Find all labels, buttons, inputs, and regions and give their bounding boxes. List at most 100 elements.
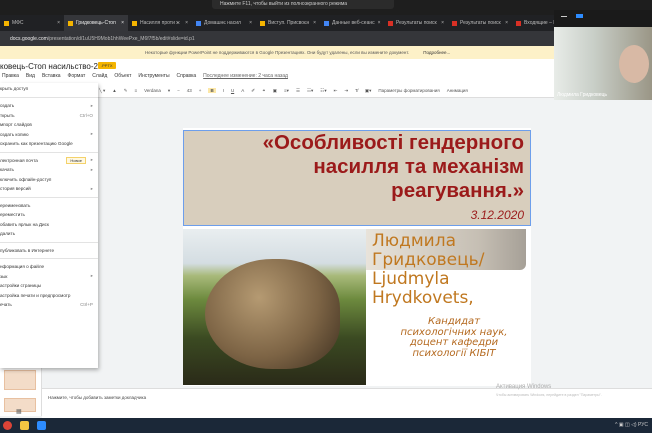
menu-separator xyxy=(0,151,98,153)
slide-date: 3.12.2020 xyxy=(470,208,524,222)
gmail-icon xyxy=(452,20,457,26)
webcam-window[interactable]: Людмила Гридковець xyxy=(554,10,652,100)
file-menu-item[interactable]: ключить офлайн-доступ xyxy=(0,175,98,185)
font-size-decrease[interactable]: − xyxy=(177,88,180,93)
slide-photo[interactable] xyxy=(183,229,366,385)
menu-item[interactable]: Вид xyxy=(26,73,35,79)
browser-tab[interactable]: Результаты поиск × xyxy=(448,15,512,31)
close-tab-icon[interactable]: × xyxy=(441,20,444,26)
slides-icon xyxy=(132,20,137,26)
slide-thumbnail[interactable] xyxy=(4,370,36,390)
fill-color-icon[interactable]: ▲ xyxy=(112,88,116,93)
file-menu-item[interactable]: публиковать в Интернете xyxy=(0,246,98,256)
file-explorer-icon[interactable] xyxy=(20,421,29,430)
file-menu-item[interactable]: астройки страницы xyxy=(0,281,98,291)
file-menu-item[interactable]: мпорт слайдов xyxy=(0,120,98,130)
file-menu-item[interactable]: астройка печати и предпросмотр xyxy=(0,291,98,301)
font-size[interactable]: 43 xyxy=(187,88,192,93)
doc-title[interactable]: ковець-Стоп насильство-20-2 xyxy=(0,62,110,71)
view-icon[interactable] xyxy=(576,14,583,18)
address-path: /presentation/d/1uU5H9Mob1hhWeePxe_M6f7f… xyxy=(47,36,195,42)
file-menu-item[interactable]: ечать Ctrl+P xyxy=(0,300,98,310)
file-menu-item[interactable]: ереместить xyxy=(0,210,98,220)
menu-item-label: мпорт слайдов xyxy=(0,122,32,128)
browser-tab[interactable]: Насилля проти ж × xyxy=(128,15,192,31)
align-icon[interactable]: ≡▾ xyxy=(284,88,289,94)
font-select[interactable]: Verdana xyxy=(144,88,161,93)
underline-button[interactable]: U xyxy=(231,88,234,93)
file-menu-item[interactable]: лектронная почта Новое ▸ xyxy=(0,156,98,166)
font-size-increase[interactable]: + xyxy=(199,88,202,93)
clear-format-icon[interactable]: T̸ xyxy=(355,88,358,93)
numbered-list-icon[interactable]: ☷▾ xyxy=(307,88,313,94)
menu-item-label: оздать xyxy=(0,103,15,109)
last-edit-link[interactable]: Последнее изменение: 2 часа назад xyxy=(203,73,288,79)
fullscreen-toast: Нажмите F11, чтобы выйти из полноэкранно… xyxy=(212,0,394,9)
menu-item-label: ереименовать xyxy=(0,202,31,208)
participant-name: Людмила Гридковець xyxy=(557,92,607,98)
close-tab-icon[interactable]: × xyxy=(313,20,316,26)
close-tab-icon[interactable]: × xyxy=(121,20,124,26)
file-menu-item[interactable]: качать ▸ xyxy=(0,165,98,175)
close-tab-icon[interactable]: × xyxy=(185,20,188,26)
indent-icon[interactable]: ⇤ xyxy=(334,88,338,94)
menu-item[interactable]: Справка xyxy=(177,73,197,79)
border-color-icon[interactable]: ✎ xyxy=(124,88,128,94)
close-tab-icon[interactable]: × xyxy=(378,20,381,26)
close-tab-icon[interactable]: × xyxy=(505,20,508,26)
file-menu-item[interactable]: ткрыть Ctrl+O xyxy=(0,111,98,121)
border-weight-icon[interactable]: ≡ xyxy=(134,88,137,93)
file-menu-item[interactable]: оздать ▸ xyxy=(0,101,98,111)
line-tool-icon[interactable]: ╲ ▾ xyxy=(99,88,105,94)
slide-title-box[interactable]: «Особливості гендерного насилля та механ… xyxy=(183,130,531,226)
menu-item-label: качать xyxy=(0,167,14,173)
file-menu-item[interactable]: стория версий ▸ xyxy=(0,184,98,194)
grid-view-icon[interactable]: ▦ xyxy=(16,408,22,415)
share-item[interactable]: крыть доступ xyxy=(0,83,98,94)
comment-icon[interactable]: ▣ xyxy=(273,88,277,94)
italic-button[interactable]: I xyxy=(223,88,224,93)
notice-more-link[interactable]: Подробнее... xyxy=(423,50,450,55)
author-name[interactable]: Людмила Гридковець/ Ljudmyla Hrydkovets, xyxy=(372,232,484,308)
browser-tab[interactable]: Гридковець-Стоп × xyxy=(64,15,128,31)
format-options-button[interactable]: Параметры форматирования xyxy=(378,88,439,93)
browser-tab[interactable]: МФС × xyxy=(0,15,64,31)
menu-bar: Правка Вид Вставка Формат Слайд Объект Инструм… xyxy=(2,73,288,79)
image-options-icon[interactable]: ▣▾ xyxy=(365,88,372,94)
file-menu-item[interactable]: нформация о файле xyxy=(0,262,98,272)
browser-tab[interactable]: Виступ. Присвоєн × xyxy=(256,15,320,31)
browser-tab[interactable]: Результаты поиск × xyxy=(384,15,448,31)
menu-item[interactable]: Вставка xyxy=(42,73,61,79)
bold-button[interactable]: B xyxy=(208,88,216,93)
shortcut-label: Ctrl+P xyxy=(80,302,93,308)
author-role[interactable]: Кандидат психологічних наук, доцент кафе… xyxy=(380,316,528,359)
close-tab-icon[interactable]: × xyxy=(57,20,60,26)
file-menu-item[interactable]: охранить как презентацию Google xyxy=(0,139,98,149)
file-menu-item[interactable]: обавить ярлык на Диск xyxy=(0,220,98,230)
menu-item[interactable]: Слайд xyxy=(92,73,107,79)
line-spacing-icon[interactable]: ☰ xyxy=(296,88,300,94)
text-color-button[interactable]: A xyxy=(241,88,244,93)
close-tab-icon[interactable]: × xyxy=(249,20,252,26)
browser-tab[interactable]: Домашнє насил × xyxy=(192,15,256,31)
file-menu-item[interactable]: зык ▸ xyxy=(0,272,98,282)
menu-item[interactable]: Объект xyxy=(114,73,131,79)
system-tray[interactable]: ^ ▣ ◫ ◁) РУС xyxy=(615,422,648,428)
bulleted-list-icon[interactable]: ☷▾ xyxy=(320,88,326,94)
highlight-icon[interactable]: ✐ xyxy=(251,88,255,94)
animate-button[interactable]: Анимация xyxy=(447,88,468,93)
tab-label: Данные веб-сеанс xyxy=(332,20,375,26)
file-menu-item[interactable]: оздать копию ▸ xyxy=(0,130,98,140)
menu-item[interactable]: Инструменты xyxy=(138,73,169,79)
file-menu-item[interactable]: далить xyxy=(0,229,98,239)
outdent-icon[interactable]: ⇥ xyxy=(344,88,348,94)
chrome-icon[interactable] xyxy=(3,421,12,430)
minimize-icon[interactable] xyxy=(561,16,567,17)
menu-item[interactable]: Формат xyxy=(68,73,86,79)
browser-tab[interactable]: Данные веб-сеанс × xyxy=(320,15,384,31)
link-icon[interactable]: ⚭ xyxy=(262,88,266,94)
menu-item[interactable]: Правка xyxy=(2,73,19,79)
zoom-app-icon[interactable] xyxy=(37,421,46,430)
file-menu-item[interactable]: ереименовать xyxy=(0,201,98,211)
submenu-arrow-icon: ▸ xyxy=(90,185,93,191)
